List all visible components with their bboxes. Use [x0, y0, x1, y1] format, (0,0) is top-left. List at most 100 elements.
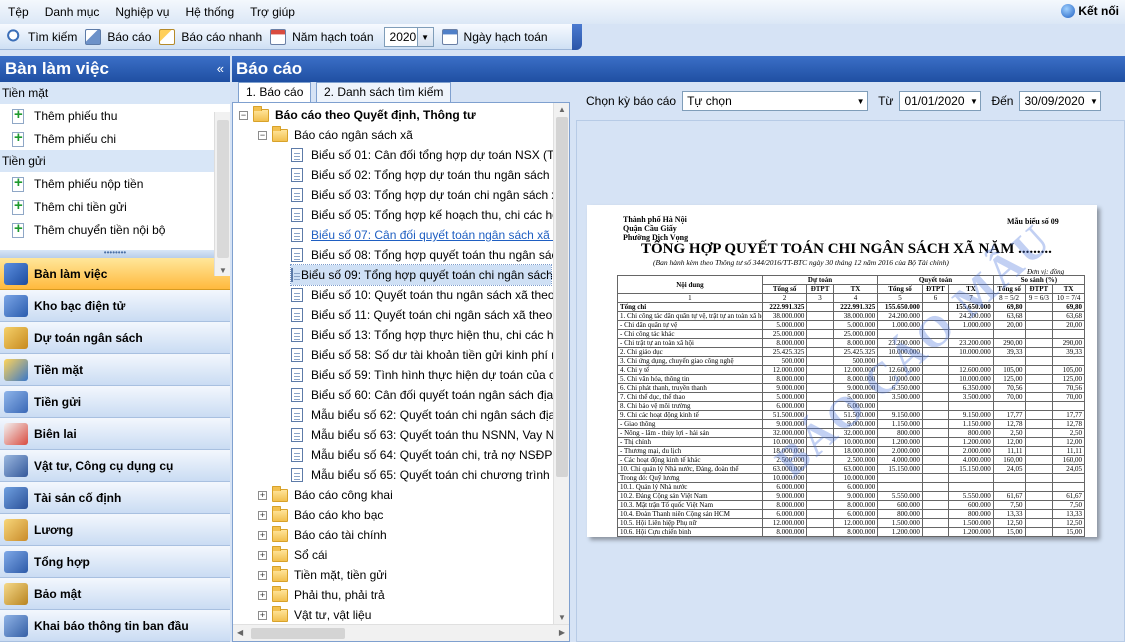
- preview-row: - Các hoạt động kinh tế khác 2.500.000 2.5…: [617, 455, 1085, 465]
- preview-cell: - Thị chính: [617, 437, 763, 447]
- tree-report-item[interactable]: Biểu số 02: Tổng hợp dự toán thu ngân sá…: [291, 165, 566, 185]
- tree-report-item[interactable]: Biểu số 13: Tổng hợp thực hiện thu, chi …: [291, 325, 560, 345]
- tree-report-item[interactable]: Biểu số 03: Tổng hợp dự toán chi ngân sá…: [291, 185, 564, 205]
- nav-deposit[interactable]: Tiền gửi: [0, 386, 230, 418]
- exit-button[interactable]: Kết nối: [1061, 4, 1119, 18]
- add-payment-link[interactable]: Thêm phiếu chi: [0, 127, 230, 150]
- add-deposit-payment-link[interactable]: Thêm chi tiền gửi: [0, 195, 230, 218]
- preview-cell: [806, 509, 834, 519]
- toolbar-overflow-button[interactable]: [572, 23, 582, 50]
- chevron-down-icon[interactable]: ▼: [854, 91, 869, 111]
- preview-cell: 15.150.000: [877, 464, 923, 474]
- tree-report-item[interactable]: Biểu số 05: Tổng hợp kế hoạch thu, chi c…: [291, 205, 559, 225]
- folder-icon: [272, 505, 288, 522]
- nav-workspace[interactable]: Bàn làm việc: [0, 258, 230, 290]
- nav-supplies[interactable]: Vật tư, Công cụ dụng cụ: [0, 450, 230, 482]
- tree-folder[interactable]: + Tiền mặt, tiền gửi: [258, 565, 387, 585]
- preview-cell: [921, 509, 950, 519]
- chevron-down-icon[interactable]: ▼: [1087, 91, 1102, 111]
- preview-cell: 7,50: [1052, 500, 1085, 510]
- tree-report-item[interactable]: Biểu số 07: Cân đối quyết toán ngân sách…: [291, 225, 557, 245]
- tree-horizontal-scrollbar[interactable]: ◀ ▶: [233, 624, 569, 641]
- tree-report-item[interactable]: Biểu số 60: Cân đối quyết toán ngân sách…: [291, 385, 563, 405]
- panel-splitter[interactable]: ••••••••: [0, 249, 230, 258]
- tree-report-item[interactable]: Biểu số 01: Cân đối tổng hợp dự toán NSX…: [291, 145, 562, 165]
- chevron-down-icon[interactable]: ▼: [967, 91, 982, 111]
- preview-cell: [877, 473, 923, 483]
- tree-report-item[interactable]: Biểu số 09: Tổng hợp quyết toán chi ngân…: [290, 264, 553, 286]
- tree-folder[interactable]: + Vật tư, vật liệu: [258, 605, 371, 625]
- tree-report-item[interactable]: Mẫu biểu số 64: Quyết toán chi, trả nợ N…: [291, 445, 559, 465]
- report-button[interactable]: Báo cáo: [83, 28, 157, 45]
- tree-vertical-scrollbar[interactable]: ▲ ▼: [553, 103, 569, 624]
- tree-root-label: Báo cáo theo Quyết định, Thông tư: [275, 108, 476, 122]
- tree-root[interactable]: − Báo cáo theo Quyết định, Thông tư: [239, 105, 476, 125]
- preview-cell: [1024, 437, 1054, 447]
- nav-payroll[interactable]: Lương: [0, 514, 230, 546]
- fiscal-year-select[interactable]: 2020 ▼: [383, 26, 434, 47]
- document-icon: [291, 408, 303, 422]
- from-date-picker[interactable]: 01/01/2020 ▼: [899, 91, 982, 111]
- expand-toggle[interactable]: +: [258, 490, 267, 500]
- tree-commune-budget[interactable]: − Báo cáo ngân sách xã: [258, 125, 413, 145]
- tree-folder[interactable]: + Báo cáo tài chính: [258, 525, 387, 545]
- collapse-toggle[interactable]: −: [239, 110, 248, 120]
- to-date-picker[interactable]: 30/09/2020 ▼: [1019, 91, 1102, 111]
- add-deposit-link[interactable]: Thêm phiếu nộp tiền: [0, 172, 230, 195]
- preview-cell: 10.6. Hội Cựu chiến binh: [617, 527, 763, 537]
- accounting-date-button[interactable]: Ngày hạch toán: [440, 28, 554, 45]
- tab-reports[interactable]: 1. Báo cáo: [238, 82, 312, 102]
- expand-toggle[interactable]: +: [258, 510, 267, 520]
- nav-security[interactable]: Bảo mật: [0, 578, 230, 610]
- preview-cell: [948, 356, 994, 366]
- preview-cell: [1024, 491, 1054, 501]
- search-button[interactable]: Tìm kiếm: [4, 28, 83, 45]
- nav-e-treasury[interactable]: Kho bạc điện tử: [0, 290, 230, 322]
- expand-toggle[interactable]: +: [258, 610, 267, 620]
- tree-report-item[interactable]: Mẫu biểu số 65: Quyết toán chi chương tr…: [291, 465, 563, 485]
- collapse-icon[interactable]: «: [217, 56, 224, 82]
- preview-cell: 69,80: [1052, 302, 1085, 312]
- add-internal-transfer-link[interactable]: Thêm chuyển tiền nội bộ: [0, 218, 230, 241]
- menu-system[interactable]: Hệ thống: [177, 0, 242, 24]
- preview-cell: 105,00: [992, 365, 1026, 375]
- quick-actions-scrollbar[interactable]: ▼: [214, 112, 230, 276]
- tree-report-item[interactable]: Biểu số 58: Số dư tài khoản tiền gửi kin…: [291, 345, 565, 365]
- menu-catalog[interactable]: Danh mục: [37, 0, 108, 24]
- tree-folder[interactable]: + Báo cáo công khai: [258, 485, 393, 505]
- tree-report-item[interactable]: Biểu số 10: Quyết toán thu ngân sách xã …: [291, 285, 555, 305]
- preview-district: Quận Cầu Giấy: [623, 224, 677, 233]
- expand-toggle[interactable]: +: [258, 570, 267, 580]
- preview-cell: 70,56: [1052, 383, 1085, 393]
- tree-folder[interactable]: + Sổ cái: [258, 545, 327, 565]
- chevron-down-icon[interactable]: ▼: [417, 26, 434, 47]
- preview-cell: [1024, 374, 1054, 384]
- period-select[interactable]: Tự chọn ▼: [682, 91, 869, 111]
- report-options-panel: Chọn kỳ báo cáo Tự chọn ▼ Từ 01/01/2020 ▼ …: [572, 82, 1125, 642]
- preview-cell: 9.000.000: [761, 491, 808, 501]
- add-receipt-link[interactable]: Thêm phiếu thu: [0, 104, 230, 127]
- expand-toggle[interactable]: +: [258, 530, 267, 540]
- tree-report-item[interactable]: Biểu số 59: Tình hình thực hiện dự toán …: [291, 365, 562, 385]
- nav-cash[interactable]: Tiền mặt: [0, 354, 230, 386]
- tab-search-list[interactable]: 2. Danh sách tìm kiếm: [316, 82, 452, 102]
- nav-summary[interactable]: Tổng hợp: [0, 546, 230, 578]
- tree-report-item[interactable]: Biểu số 11: Quyết toán chi ngân sách xã …: [291, 305, 552, 325]
- quick-report-button[interactable]: Báo cáo nhanh: [157, 28, 268, 45]
- tree-folder[interactable]: + Báo cáo kho bạc: [258, 505, 383, 525]
- expand-toggle[interactable]: +: [258, 550, 267, 560]
- preview-cell: - Giao thông: [617, 419, 763, 429]
- menu-file[interactable]: Tệp: [0, 0, 37, 24]
- expand-toggle[interactable]: +: [258, 590, 267, 600]
- nav-fixed-assets[interactable]: Tài sản cố định: [0, 482, 230, 514]
- collapse-toggle[interactable]: −: [258, 130, 267, 140]
- tree-folder[interactable]: + Phải thu, phải trả: [258, 585, 385, 605]
- menu-help[interactable]: Trợ giúp: [242, 0, 303, 24]
- tree-report-item[interactable]: Mẫu biểu số 63: Quyết toán thu NSNN, Vay…: [291, 425, 562, 445]
- nav-initial-setup[interactable]: Khai báo thông tin ban đầu: [0, 610, 230, 642]
- tree-report-item[interactable]: Mẫu biểu số 62: Quyết toán chi ngân sách…: [291, 405, 555, 425]
- nav-budget[interactable]: Dự toán ngân sách: [0, 322, 230, 354]
- menu-operations[interactable]: Nghiệp vụ: [107, 0, 177, 24]
- tree-report-item[interactable]: Biểu số 08: Tổng hợp quyết toán thu ngân…: [291, 245, 564, 265]
- nav-receipt[interactable]: Biên lai: [0, 418, 230, 450]
